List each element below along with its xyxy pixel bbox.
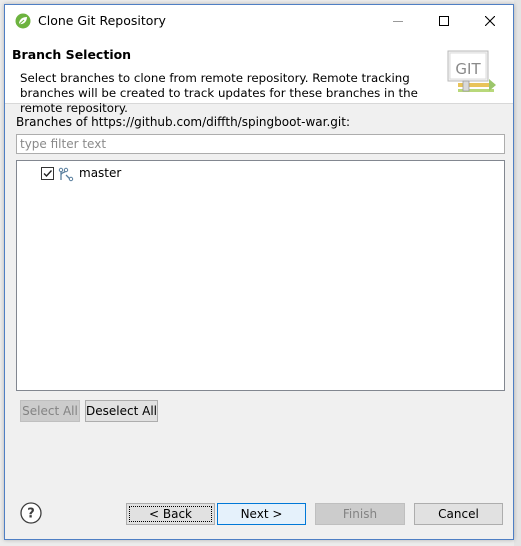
page-description: Select branches to clone from remote rep… (20, 71, 418, 115)
git-logo-text: GIT (455, 60, 481, 78)
branches-label: Branches of https://github.com/diffth/sp… (16, 115, 350, 129)
minimize-icon (393, 21, 403, 22)
wizard-banner: Branch Selection Select branches to clon… (5, 37, 513, 115)
minimize-button[interactable] (375, 5, 421, 37)
branch-label: master (79, 166, 122, 180)
background-window (514, 0, 521, 546)
filter-input[interactable] (16, 134, 505, 154)
window-title: Clone Git Repository (38, 13, 166, 28)
select-all-button[interactable]: Select All (20, 400, 80, 422)
close-icon (485, 16, 495, 26)
back-button[interactable]: < Back (126, 503, 215, 525)
svg-text:?: ? (27, 507, 35, 522)
branch-checkbox[interactable] (41, 167, 54, 180)
close-button[interactable] (467, 5, 513, 37)
spring-leaf-icon (15, 13, 31, 29)
maximize-button[interactable] (421, 5, 467, 37)
help-icon: ? (20, 502, 42, 524)
checkmark-icon (43, 170, 53, 178)
finish-button[interactable]: Finish (315, 503, 405, 525)
branch-tree[interactable]: master (16, 160, 505, 391)
maximize-icon (439, 16, 449, 26)
help-button[interactable]: ? (20, 502, 42, 524)
page-title: Branch Selection (12, 47, 132, 62)
next-button[interactable]: Next > (217, 503, 306, 525)
git-logo: GIT (445, 49, 497, 95)
title-bar[interactable]: Clone Git Repository (5, 5, 513, 37)
git-branch-icon (58, 166, 74, 182)
cancel-button[interactable]: Cancel (414, 503, 503, 525)
deselect-all-button[interactable]: Deselect All (85, 400, 158, 422)
clone-git-dialog: Clone Git Repository Branch Selection Se… (4, 4, 514, 540)
